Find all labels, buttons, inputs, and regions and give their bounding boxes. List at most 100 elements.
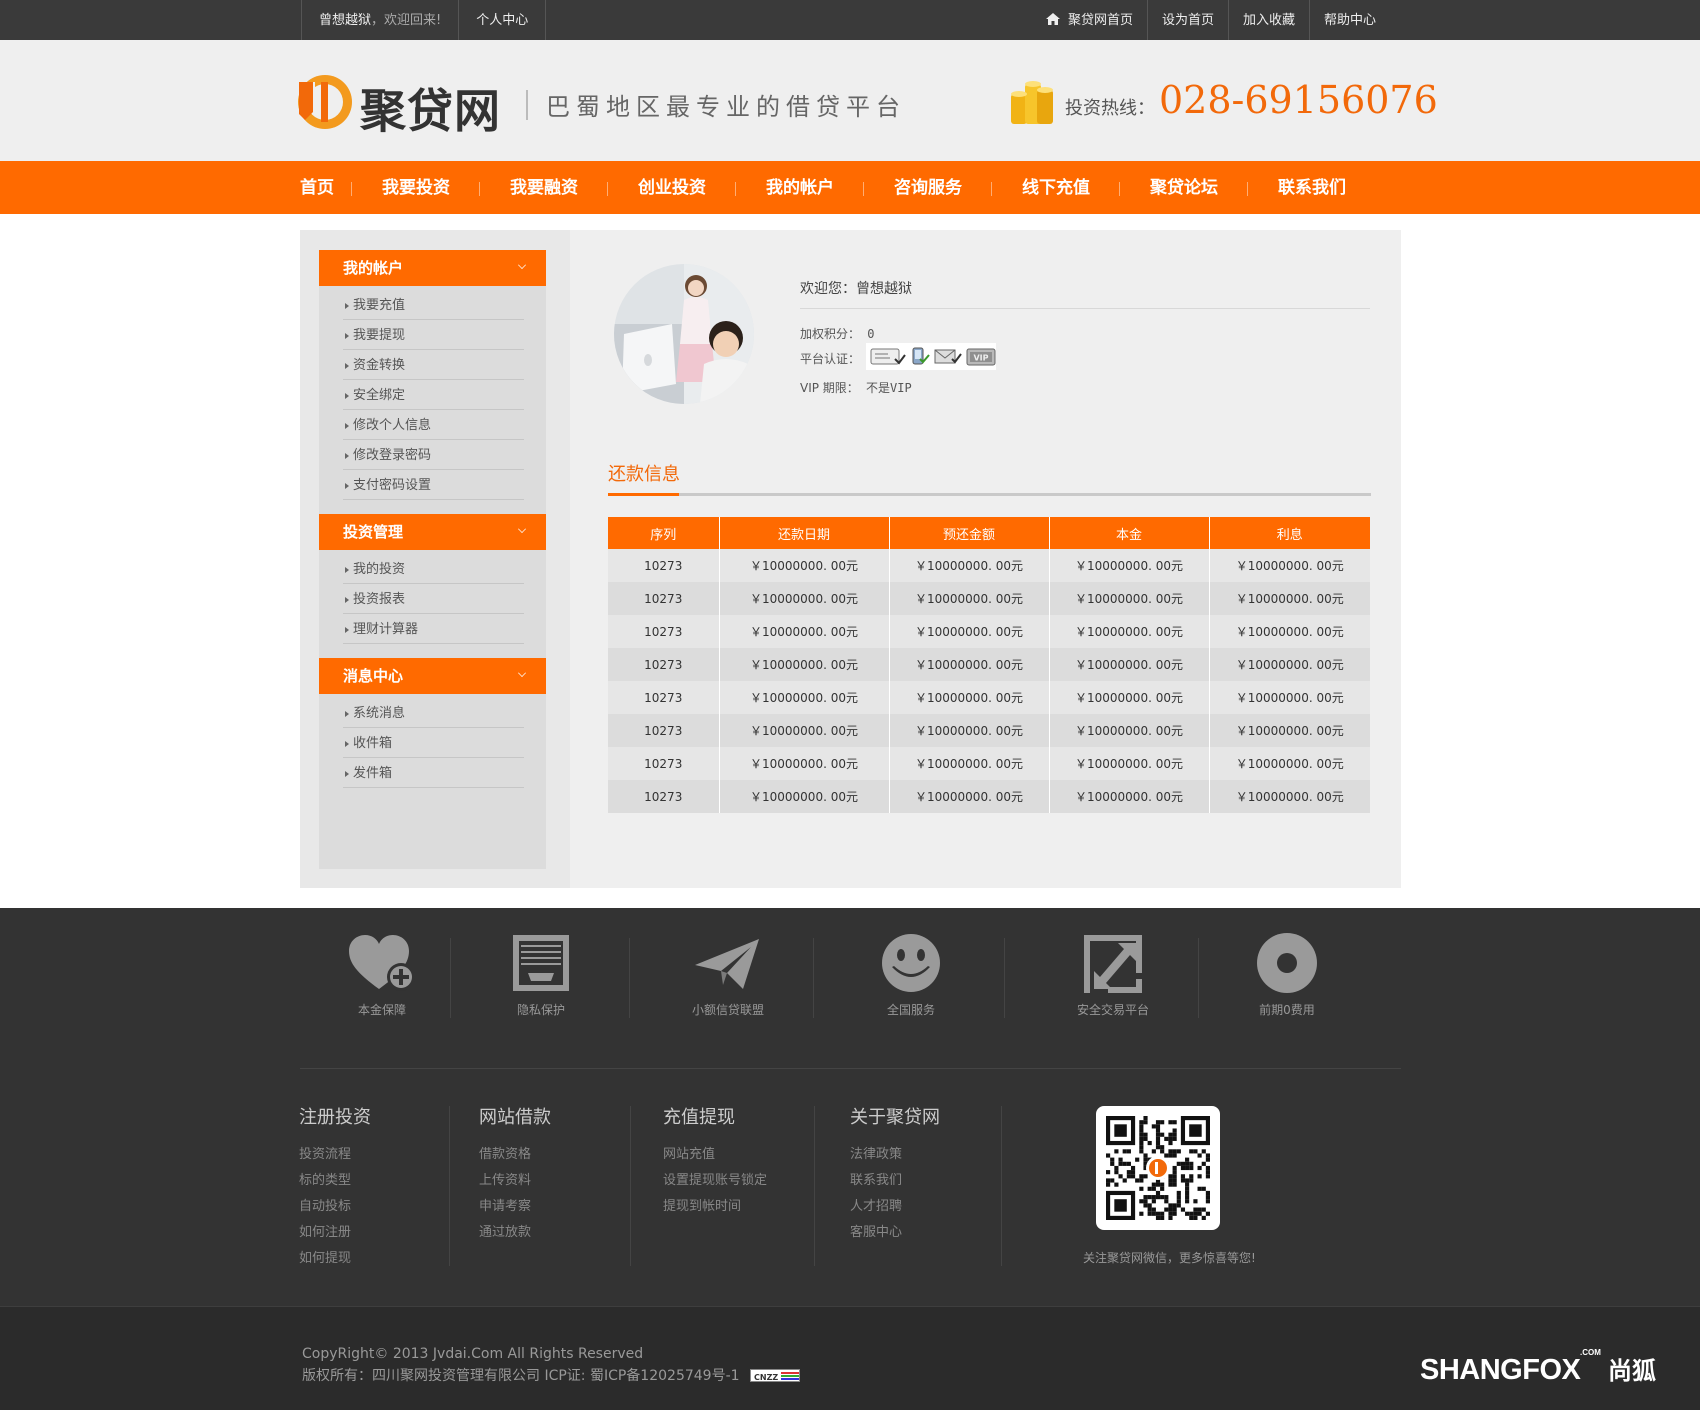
sidebar-group-title: 我的帐户 bbox=[343, 259, 404, 277]
qr-caption: 关注聚贷网微信，更多惊喜等您! bbox=[1083, 1251, 1256, 1265]
nav-item[interactable]: 聚贷论坛 bbox=[1120, 161, 1248, 214]
table-row: 10273 ￥10000000. 00元 ￥10000000. 00元 ￥100000… bbox=[608, 582, 1370, 615]
sidebar-group-title: 投资管理 bbox=[343, 523, 404, 541]
topbar-link-set-homepage[interactable]: 设为首页 bbox=[1148, 0, 1229, 40]
table-cell: 10273 bbox=[608, 747, 720, 780]
sidebar-item[interactable]: 我要充值 bbox=[343, 290, 524, 320]
cnzz-label: CNZZ bbox=[754, 1373, 778, 1382]
footer-link[interactable]: 如何注册 bbox=[299, 1221, 371, 1247]
table-cell: ￥10000000. 00元 bbox=[719, 780, 890, 813]
nav-item[interactable]: 咨询服务 bbox=[864, 161, 992, 214]
table-cell: ￥10000000. 00元 bbox=[1049, 549, 1210, 582]
sidebar-group-header[interactable]: 我的帐户 bbox=[319, 250, 546, 286]
sidebar-item[interactable]: 投资报表 bbox=[343, 584, 524, 614]
shangfox-brand-cn: 尚狐 bbox=[1608, 1357, 1656, 1385]
footer-col-links: 法律政策 联系我们 人才招聘 客服中心 bbox=[850, 1143, 940, 1247]
sidebar-item[interactable]: 收件箱 bbox=[343, 728, 524, 758]
feature-label: 小额信贷联盟 bbox=[691, 1003, 764, 1017]
sidebar-group-title: 消息中心 bbox=[343, 667, 404, 685]
nav-item-label: 线下充值 bbox=[1022, 178, 1090, 198]
table-cell: ￥10000000. 00元 bbox=[889, 648, 1050, 681]
table-cell: ￥10000000. 00元 bbox=[719, 747, 890, 780]
sidebar-item[interactable]: 安全绑定 bbox=[343, 380, 524, 410]
table-cell: ￥10000000. 00元 bbox=[1209, 549, 1370, 582]
vip-row: VIP 期限： 不是VIP bbox=[800, 379, 912, 396]
footer-divider bbox=[300, 1068, 1401, 1069]
site-footer: 本金保障 隐私保护 小额信贷联盟 全国服务 安全交易平台 前期0费用 注册投资投… bbox=[0, 908, 1700, 1306]
footer-link[interactable]: 联系我们 bbox=[850, 1169, 940, 1195]
sidebar-item[interactable]: 我的投资 bbox=[343, 554, 524, 584]
sidebar-item[interactable]: 修改登录密码 bbox=[343, 440, 524, 470]
logo-text[interactable]: 聚贷网 bbox=[360, 75, 501, 141]
footer-link[interactable]: 借款资格 bbox=[479, 1143, 551, 1169]
email-cert-icon[interactable] bbox=[934, 347, 962, 367]
sidebar-item[interactable]: 理财计算器 bbox=[343, 614, 524, 644]
table-row: 10273 ￥10000000. 00元 ￥10000000. 00元 ￥100000… bbox=[608, 549, 1370, 582]
topbar-link-bookmark[interactable]: 加入收藏 bbox=[1229, 0, 1310, 40]
sidebar-item[interactable]: 发件箱 bbox=[343, 758, 524, 788]
nav-item[interactable]: 首页 bbox=[278, 161, 352, 214]
vip-cert-icon[interactable]: VIP bbox=[966, 348, 996, 366]
nav-item-label: 聚贷论坛 bbox=[1150, 178, 1218, 198]
feature-divider bbox=[1198, 938, 1199, 1018]
repay-column-header: 还款日期 bbox=[719, 517, 890, 549]
qr-code-icon bbox=[1106, 1116, 1210, 1220]
topbar-personal-center[interactable]: 个人中心 bbox=[459, 0, 547, 40]
nav-item[interactable]: 创业投资 bbox=[608, 161, 736, 214]
footer-link[interactable]: 客服中心 bbox=[850, 1221, 940, 1247]
nav-item[interactable]: 联系我们 bbox=[1248, 161, 1360, 214]
footer-link[interactable]: 上传资料 bbox=[479, 1169, 551, 1195]
table-cell: 10273 bbox=[608, 780, 720, 813]
footer-link[interactable]: 标的类型 bbox=[299, 1169, 371, 1195]
feature-divider bbox=[1004, 938, 1005, 1018]
footer-link[interactable]: 如何提现 bbox=[299, 1247, 371, 1273]
owner-text: 版权所有：四川聚网投资管理有限公司 ICP证: 蜀ICP备12025749号-1 bbox=[302, 1368, 740, 1384]
sidebar-item[interactable]: 支付密码设置 bbox=[343, 470, 524, 500]
sidebar-item[interactable]: 资金转换 bbox=[343, 350, 524, 380]
nav-item[interactable]: 线下充值 bbox=[992, 161, 1120, 214]
home-icon bbox=[1045, 13, 1060, 25]
footer-link[interactable]: 通过放款 bbox=[479, 1221, 551, 1247]
nav-item[interactable]: 我要投资 bbox=[352, 161, 480, 214]
footer-link[interactable]: 投资流程 bbox=[299, 1143, 371, 1169]
chevron-down-icon bbox=[518, 525, 526, 533]
footer-link[interactable]: 设置提现账号锁定 bbox=[663, 1169, 767, 1195]
nav-item-label: 首页 bbox=[300, 178, 334, 198]
table-cell: ￥10000000. 00元 bbox=[1049, 714, 1210, 747]
welcome-divider bbox=[800, 308, 1370, 309]
table-row: 10273 ￥10000000. 00元 ￥10000000. 00元 ￥100000… bbox=[608, 681, 1370, 714]
id-card-cert-icon[interactable] bbox=[870, 347, 906, 367]
cnzz-stat-icon[interactable]: CNZZ bbox=[749, 1369, 800, 1382]
footer-col-divider bbox=[1001, 1106, 1002, 1266]
phone-cert-icon[interactable] bbox=[910, 347, 930, 367]
footer-link[interactable]: 提现到帐时间 bbox=[663, 1195, 767, 1221]
repay-column-header: 本金 bbox=[1049, 517, 1210, 549]
copyright-line: CopyRight© 2013 Jvdai.Com All Rights Res… bbox=[302, 1346, 644, 1362]
vip-value: 不是VIP bbox=[866, 381, 912, 395]
topbar-left: 曾想越狱，欢迎回来! 个人中心 bbox=[301, 0, 547, 40]
sidebar-group-header[interactable]: 投资管理 bbox=[319, 514, 546, 550]
footer-link[interactable]: 网站充值 bbox=[663, 1143, 767, 1169]
footer-col-register: 注册投资 投资流程 标的类型 自动投标 如何注册 如何提现 bbox=[299, 1103, 371, 1273]
footer-link[interactable]: 法律政策 bbox=[850, 1143, 940, 1169]
footer-link[interactable]: 自动投标 bbox=[299, 1195, 371, 1221]
table-cell: 10273 bbox=[608, 582, 720, 615]
sidebar-group-header[interactable]: 消息中心 bbox=[319, 658, 546, 694]
sidebar-item[interactable]: 修改个人信息 bbox=[343, 410, 524, 440]
nav-item[interactable]: 我要融资 bbox=[480, 161, 608, 214]
points-row: 加权积分： 0 bbox=[800, 325, 874, 342]
ring-icon bbox=[1257, 933, 1317, 993]
footer-link[interactable]: 人才招聘 bbox=[850, 1195, 940, 1221]
topbar-username[interactable]: 曾想越狱 bbox=[319, 13, 371, 28]
nav-item[interactable]: 我的帐户 bbox=[736, 161, 864, 214]
feature-zero-fee: 前期0费用 bbox=[1212, 933, 1362, 1018]
heart-plus-icon bbox=[349, 935, 415, 991]
footer-col-divider bbox=[449, 1106, 450, 1266]
repay-column-header: 利息 bbox=[1209, 517, 1370, 549]
footer-link[interactable]: 申请考察 bbox=[479, 1195, 551, 1221]
feature-divider bbox=[813, 938, 814, 1018]
sidebar-item[interactable]: 系统消息 bbox=[343, 698, 524, 728]
sidebar-item[interactable]: 我要提现 bbox=[343, 320, 524, 350]
topbar-link-home[interactable]: 聚贷网首页 bbox=[1032, 0, 1148, 40]
topbar-link-help[interactable]: 帮助中心 bbox=[1310, 0, 1390, 40]
